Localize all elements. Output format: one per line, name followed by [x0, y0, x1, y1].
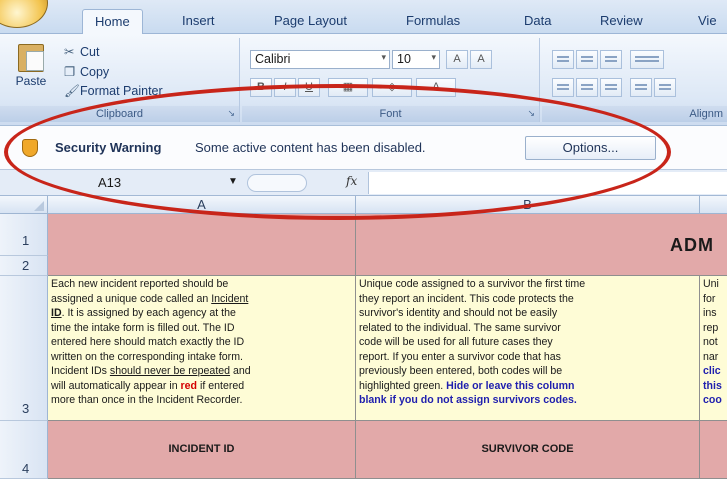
desc-text: highlighted green. [359, 379, 447, 392]
middle-align-button[interactable] [576, 50, 598, 69]
select-all-button[interactable] [0, 196, 48, 214]
align-left-button[interactable] [552, 78, 574, 97]
paintbrush-icon: 🖌 [64, 84, 80, 98]
desc-line: highlighted green. Hide or leave this co… [359, 379, 696, 394]
incident-id-header: INCIDENT ID [168, 443, 235, 455]
cell-b3[interactable]: Unique code assigned to a survivor the f… [356, 276, 700, 421]
tab-insert[interactable]: Insert [170, 9, 227, 34]
shrink-font-button[interactable]: A [470, 50, 492, 69]
desc-line: ID. It is assigned by each agency at the [51, 306, 352, 321]
cut-button[interactable]: ✂ Cut [64, 44, 99, 59]
desc-line: Incident IDs should never be repeated an… [51, 364, 352, 379]
font-name-select[interactable]: Calibri ▾ [250, 50, 390, 69]
desc-line: assigned a unique code called an Inciden… [51, 292, 352, 307]
desc-line: more than once in the Incident Recorder. [51, 394, 243, 406]
copy-label: Copy [80, 65, 110, 79]
desc-line: rep [703, 321, 719, 334]
cell-a4[interactable]: INCIDENT ID [48, 421, 356, 479]
tab-data[interactable]: Data [512, 9, 563, 34]
desc-line: will automatically appear in red if ente… [51, 379, 352, 394]
desc-text: and [230, 365, 251, 377]
desc-line: coo [703, 394, 722, 406]
desc-line: Uni [703, 278, 719, 290]
desc-line: report. If you enter a survivor code tha… [359, 350, 561, 363]
clipboard-icon [18, 44, 44, 72]
desc-line: clic [703, 365, 721, 377]
office-button[interactable] [0, 0, 48, 28]
desc-line: related to the individual. The same surv… [359, 321, 561, 334]
paste-button[interactable]: Paste [8, 40, 54, 102]
orientation-button[interactable] [630, 50, 664, 69]
chevron-down-icon: ▾ [381, 52, 386, 62]
row-header-1[interactable]: 1 [0, 214, 48, 256]
desc-line: written on the corresponding intake form… [51, 350, 243, 363]
survivor-code-header: SURVIVOR CODE [481, 443, 574, 455]
incident-id-description: Each new incident reported should be ass… [48, 276, 355, 409]
tab-review[interactable]: Review [588, 9, 655, 34]
ribbon-tab-strip: Home Insert Page Layout Formulas Data Re… [0, 0, 727, 34]
desc-line: survivor's identity and should not be ea… [359, 307, 558, 319]
desc-line: previously been entered, both codes will… [359, 365, 563, 377]
desc-underline-text: Incident [211, 292, 249, 305]
row-header-2[interactable]: 2 [0, 256, 48, 276]
font-size-value: 10 [397, 52, 411, 66]
desc-line: they report an incident. This code prote… [359, 292, 574, 305]
chevron-down-icon: ▾ [431, 52, 436, 62]
align-right-button[interactable] [600, 78, 622, 97]
cut-label: Cut [80, 45, 100, 59]
desc-line: entered here should match exactly the ID [51, 336, 245, 348]
column-c-description: Uni for ins rep not nar clic this coo [700, 276, 727, 409]
desc-underline-text: should never be repeated [109, 365, 231, 377]
desc-line: Each new incident reported should be [51, 278, 229, 290]
decrease-indent-button[interactable] [630, 78, 652, 97]
bottom-align-button[interactable] [600, 50, 622, 69]
desc-line: not [703, 336, 718, 348]
desc-line: for [703, 292, 716, 305]
cell-a3[interactable]: Each new incident reported should be ass… [48, 276, 356, 421]
annotation-ellipse [4, 84, 671, 220]
paste-label: Paste [15, 74, 47, 88]
desc-line: time the intake form is filled out. The … [51, 321, 235, 334]
desc-text: . It is assigned by each agency at the [61, 307, 236, 319]
font-name-value: Calibri [255, 52, 291, 66]
tab-view[interactable]: Vie [686, 9, 727, 34]
copy-button[interactable]: ❐ Copy [64, 64, 109, 79]
desc-line: nar [703, 350, 719, 363]
tab-home[interactable]: Home [82, 9, 143, 34]
desc-underline-text: ID [51, 307, 62, 319]
desc-text: Incident IDs [51, 365, 110, 377]
desc-line: ins [703, 307, 717, 319]
tab-formulas[interactable]: Formulas [394, 9, 472, 34]
desc-text: assigned a unique code called an [51, 292, 212, 305]
desc-line: blank if you do not assign survivors cod… [359, 394, 577, 406]
cell-c4[interactable] [700, 421, 727, 479]
desc-line: this [703, 379, 722, 392]
cell-a1[interactable] [48, 214, 356, 276]
survivor-code-description: Unique code assigned to a survivor the f… [356, 276, 699, 409]
desc-line: code will be used for all future cases t… [359, 336, 553, 348]
scissors-icon: ✂ [64, 45, 75, 59]
cell-b4[interactable]: SURVIVOR CODE [356, 421, 700, 479]
desc-red-text: red [180, 379, 198, 392]
top-align-button[interactable] [552, 50, 574, 69]
copy-icon: ❐ [64, 65, 76, 79]
desc-line: Unique code assigned to a survivor the f… [359, 278, 586, 290]
row-header-4[interactable]: 4 [0, 421, 48, 479]
grow-font-button[interactable]: A [446, 50, 468, 69]
tab-page-layout[interactable]: Page Layout [262, 9, 359, 34]
desc-text: will automatically appear in [51, 379, 181, 392]
center-button[interactable] [576, 78, 598, 97]
sheet-title: ADM [670, 235, 714, 255]
row-header-3[interactable]: 3 [0, 276, 48, 421]
desc-text: if entered [197, 379, 245, 392]
font-size-select[interactable]: 10 ▾ [392, 50, 440, 69]
desc-blue-text: Hide or leave this column [446, 379, 575, 392]
increase-indent-button[interactable] [654, 78, 676, 97]
cell-c3[interactable]: Uni for ins rep not nar clic this coo [700, 276, 727, 421]
column-header-c[interactable] [700, 196, 727, 214]
